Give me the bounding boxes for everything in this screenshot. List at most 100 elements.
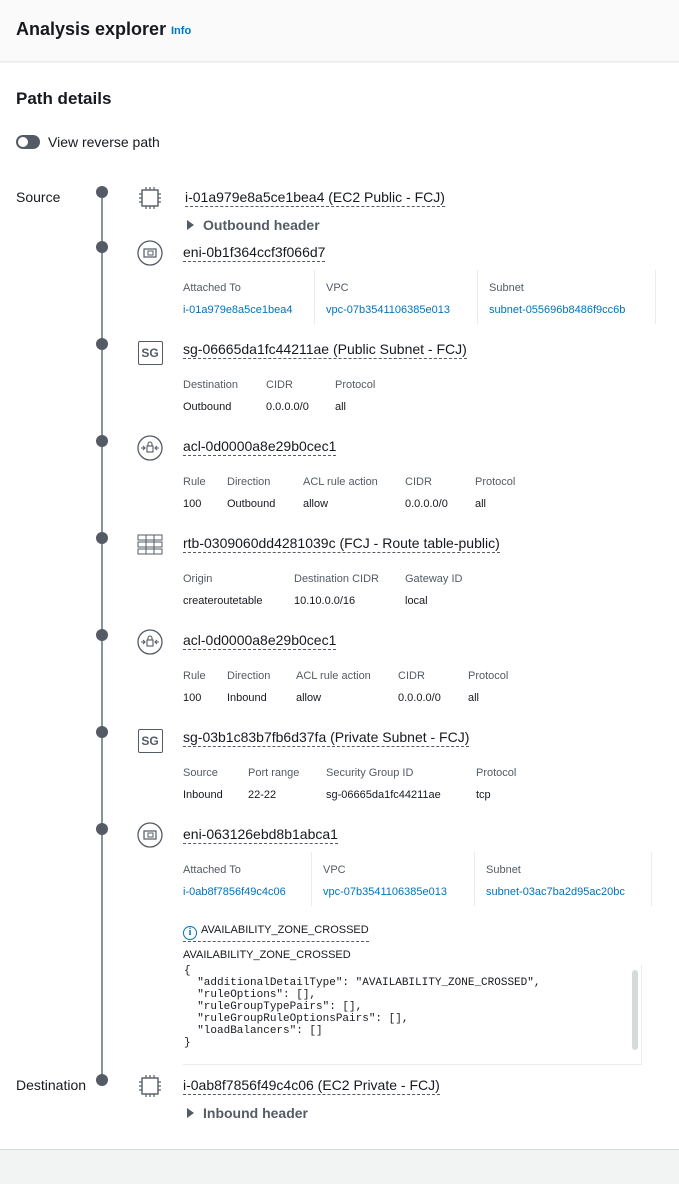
security-group-icon: SG xyxy=(137,728,163,754)
gateway-id-value: local xyxy=(405,595,428,607)
route-table-icon xyxy=(137,532,163,558)
reverse-path-label: View reverse path xyxy=(48,134,160,150)
destination-cidr-value: 10.10.0.0/16 xyxy=(294,595,356,607)
vpc-label: VPC xyxy=(326,282,349,294)
source-label: Source xyxy=(183,767,218,779)
inbound-header-expander[interactable]: Inbound header xyxy=(187,1105,308,1121)
vpc-link[interactable]: vpc-07b3541106385e013 xyxy=(326,304,450,316)
direction-label: Direction xyxy=(227,670,271,682)
timeline-dot xyxy=(96,532,108,544)
timeline-dot xyxy=(96,186,108,198)
eni-title[interactable]: eni-0b1f364ccf3f066d7 xyxy=(183,244,326,262)
page-title: Analysis explorer xyxy=(16,19,167,39)
rule-value: 100 xyxy=(183,692,202,704)
protocol-label: Protocol xyxy=(335,379,376,391)
json-line: "ruleOptions": [], xyxy=(184,989,317,1001)
network-acl-icon xyxy=(137,629,163,655)
acl-action-value: allow xyxy=(303,498,329,510)
protocol-value: tcp xyxy=(476,789,491,801)
direction-value: Outbound xyxy=(227,498,276,510)
json-line: "loadBalancers": [] xyxy=(184,1025,323,1037)
timeline-dot xyxy=(96,241,108,253)
subnet-link[interactable]: subnet-03ac7ba2d95ac20bc xyxy=(486,886,625,898)
availability-zone-warning[interactable]: i AVAILABILITY_ZONE_CROSSED xyxy=(183,924,369,942)
protocol-label: Protocol xyxy=(476,767,517,779)
route-table-title[interactable]: rtb-0309060dd4281039c (FCJ - Route table… xyxy=(183,535,500,553)
column-divider xyxy=(474,852,475,906)
network-interface-icon xyxy=(137,822,163,848)
outbound-header-expander[interactable]: Outbound header xyxy=(187,217,320,233)
caret-right-icon xyxy=(187,220,194,230)
subnet-link[interactable]: subnet-055696b8486f9cc6b xyxy=(489,304,625,316)
warning-label: AVAILABILITY_ZONE_CROSSED xyxy=(201,924,369,936)
protocol-label: Protocol xyxy=(475,476,516,488)
origin-value: createroutetable xyxy=(183,595,263,607)
subnet-label: Subnet xyxy=(486,864,521,876)
source-value: Inbound xyxy=(183,789,223,801)
reverse-path-toggle[interactable] xyxy=(16,135,40,149)
cidr-value: 0.0.0.0/0 xyxy=(266,401,309,413)
info-icon: i xyxy=(183,926,197,940)
warning-subtitle: AVAILABILITY_ZONE_CROSSED xyxy=(183,949,351,961)
direction-value: Inbound xyxy=(227,692,267,704)
json-line: "additionalDetailType": "AVAILABILITY_ZO… xyxy=(184,977,541,989)
column-divider xyxy=(311,852,312,906)
source-label: Source xyxy=(16,189,61,205)
security-group-id-label: Security Group ID xyxy=(326,767,414,779)
security-group-title[interactable]: sg-03b1c83b7fb6d37fa (Private Subnet - F… xyxy=(183,729,470,747)
attached-to-link[interactable]: i-01a979e8a5ce1bea4 xyxy=(183,304,293,316)
source-instance-title[interactable]: i-01a979e8a5ce1bea4 (EC2 Public - FCJ) xyxy=(185,189,445,207)
expander-label: Inbound header xyxy=(203,1105,308,1121)
ec2-instance-icon xyxy=(137,185,163,211)
caret-right-icon xyxy=(187,1108,194,1118)
json-detail-box[interactable]: { "additionalDetailType": "AVAILABILITY_… xyxy=(183,965,642,1065)
destination-label: Destination xyxy=(183,379,239,391)
port-range-value: 22-22 xyxy=(248,789,277,801)
protocol-value: all xyxy=(475,498,487,510)
destination-value: Outbound xyxy=(183,401,232,413)
security-group-icon: SG xyxy=(137,340,163,366)
network-acl-icon xyxy=(137,435,163,461)
origin-label: Origin xyxy=(183,573,213,585)
timeline-dot xyxy=(96,629,108,641)
gateway-id-label: Gateway ID xyxy=(405,573,463,585)
cidr-label: CIDR xyxy=(266,379,293,391)
destination-cidr-label: Destination CIDR xyxy=(294,573,379,585)
column-divider xyxy=(651,852,652,906)
timeline-dot xyxy=(96,1074,108,1086)
acl-action-value: allow xyxy=(296,692,322,704)
network-acl-title[interactable]: acl-0d0000a8e29b0cec1 xyxy=(183,632,337,650)
timeline-dot xyxy=(96,338,108,350)
rule-label: Rule xyxy=(183,476,206,488)
column-divider xyxy=(655,270,656,324)
vpc-link[interactable]: vpc-07b3541106385e013 xyxy=(323,886,447,898)
port-range-label: Port range xyxy=(248,767,300,779)
vpc-label: VPC xyxy=(323,864,346,876)
protocol-value: all xyxy=(468,692,480,704)
security-group-title[interactable]: sg-06665da1fc44211ae (Public Subnet - FC… xyxy=(183,341,467,359)
ec2-instance-icon xyxy=(137,1073,163,1099)
destination-instance-title[interactable]: i-0ab8f7856f49c4c06 (EC2 Private - FCJ) xyxy=(183,1077,440,1095)
destination-label: Destination xyxy=(16,1077,87,1093)
expander-label: Outbound header xyxy=(203,217,320,233)
acl-action-label: ACL rule action xyxy=(296,670,371,682)
rule-value: 100 xyxy=(183,498,202,510)
timeline-dot xyxy=(96,435,108,447)
timeline-dot xyxy=(96,823,108,835)
json-line: } xyxy=(184,1037,191,1049)
cidr-value: 0.0.0.0/0 xyxy=(398,692,441,704)
attached-to-label: Attached To xyxy=(183,282,241,294)
info-link[interactable]: Info xyxy=(171,25,191,37)
eni-title[interactable]: eni-063126ebd8b1abca1 xyxy=(183,826,338,844)
attached-to-link[interactable]: i-0ab8f7856f49c4c06 xyxy=(183,886,286,898)
toggle-knob xyxy=(18,137,28,147)
protocol-value: all xyxy=(335,401,347,413)
page-header: Analysis explorer Info xyxy=(0,0,679,62)
timeline-dot xyxy=(96,726,108,738)
network-interface-icon xyxy=(137,240,163,266)
json-line: "ruleGroupRuleOptionsPairs": [], xyxy=(184,1013,409,1025)
acl-action-label: ACL rule action xyxy=(303,476,378,488)
security-group-id-value: sg-06665da1fc44211ae xyxy=(326,789,441,801)
network-acl-title[interactable]: acl-0d0000a8e29b0cec1 xyxy=(183,438,337,456)
scrollbar-thumb[interactable] xyxy=(632,970,638,1050)
